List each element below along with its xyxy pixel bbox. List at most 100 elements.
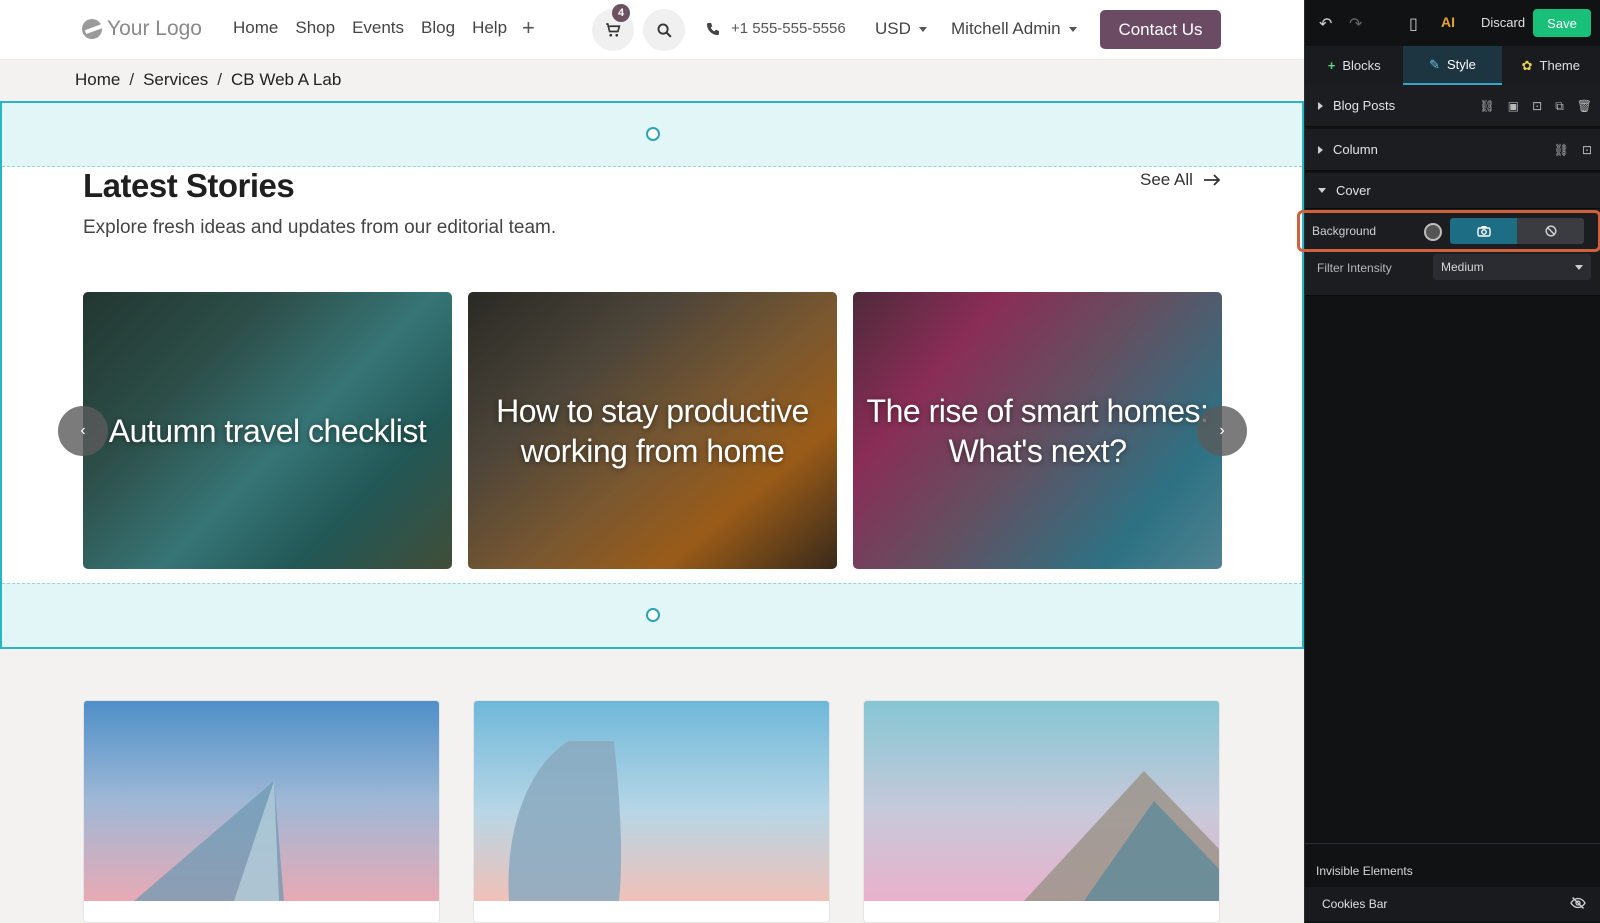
contact-us-button[interactable]: Contact Us xyxy=(1100,10,1221,49)
search-icon xyxy=(657,23,672,38)
option-group-blog-posts[interactable]: Blog Posts ⛓ ▣ ⊡ ⧉ 🗑 xyxy=(1305,85,1600,127)
add-menu-item-icon[interactable]: + xyxy=(522,15,535,41)
phone-number: +1 555-555-5556 xyxy=(731,20,846,37)
background-image-button[interactable] xyxy=(1450,218,1517,244)
collapse-icon xyxy=(1318,188,1326,193)
carousel-prev-button[interactable]: ‹ xyxy=(58,406,108,456)
breadcrumb: Home / Services / CB Web A Lab xyxy=(75,70,341,90)
currency-label: USD xyxy=(875,19,911,38)
duplicate-icon[interactable]: ⧉ xyxy=(1555,99,1564,114)
breadcrumb-separator: / xyxy=(217,70,223,89)
save-button[interactable]: Save xyxy=(1533,9,1591,37)
blog-card[interactable] xyxy=(863,700,1220,923)
padding-resize-handle[interactable] xyxy=(646,127,660,141)
mobile-preview-icon[interactable]: ▯ xyxy=(1409,14,1418,34)
filter-intensity-select[interactable]: Medium xyxy=(1433,254,1591,280)
user-name: Mitchell Admin xyxy=(951,19,1061,38)
selected-blog-section[interactable]: Latest Stories Explore fresh ideas and u… xyxy=(0,101,1304,649)
phone-link[interactable]: +1 555-555-5556 xyxy=(705,20,846,37)
story-card[interactable]: The rise of smart homes: What's next? xyxy=(853,292,1222,569)
blog-card-image xyxy=(474,701,829,901)
nav-link-help[interactable]: Help xyxy=(472,18,507,38)
building-image xyxy=(508,741,622,901)
tab-theme[interactable]: ✿ Theme xyxy=(1502,46,1600,85)
nav-link-home[interactable]: Home xyxy=(233,18,278,38)
user-menu[interactable]: Mitchell Admin xyxy=(951,19,1077,39)
save-snippet-icon[interactable]: ▣ xyxy=(1508,99,1519,114)
expand-icon xyxy=(1318,101,1323,110)
blog-card[interactable] xyxy=(473,700,830,923)
tab-style-label: Style xyxy=(1446,57,1476,72)
link-icon[interactable]: ⛓ xyxy=(1480,99,1495,114)
cart-button[interactable]: 4 xyxy=(592,4,634,51)
tab-style[interactable]: ✎ Style xyxy=(1403,46,1502,85)
editor-tabs: + Blocks ✎ Style ✿ Theme xyxy=(1305,46,1600,85)
building-image xyxy=(134,781,284,901)
editor-toolbar: ↶ ↷ ▯ AI Discard Save xyxy=(1305,0,1600,46)
story-title: How to stay productive working from home xyxy=(496,392,809,469)
tab-blocks[interactable]: + Blocks xyxy=(1305,46,1403,85)
select-parent-icon[interactable]: ⊡ xyxy=(1582,143,1592,157)
invisible-elements-title: Invisible Elements xyxy=(1316,864,1413,878)
breadcrumb-current: CB Web A Lab xyxy=(231,70,342,89)
see-all-link[interactable]: See All xyxy=(1140,170,1221,190)
link-icon[interactable]: ⛓ xyxy=(1554,143,1569,157)
chevron-down-icon xyxy=(918,26,927,32)
editor-sidebar: ↶ ↷ ▯ AI Discard Save + Blocks ✎ Style ✿ Th… xyxy=(1297,0,1600,923)
chevron-down-icon xyxy=(1068,26,1077,32)
section-padding-top[interactable] xyxy=(2,103,1302,167)
background-color-picker[interactable] xyxy=(1424,223,1442,241)
nav-link-shop[interactable]: Shop xyxy=(295,18,335,38)
logo-text: Your Logo xyxy=(107,17,202,40)
chevron-down-icon xyxy=(1575,265,1583,270)
gear-icon: ✿ xyxy=(1521,57,1533,73)
background-type-toggle xyxy=(1450,218,1584,244)
undo-icon[interactable]: ↶ xyxy=(1319,14,1332,34)
cover-options: Background Filter Intensity Medium xyxy=(1297,209,1600,296)
blog-card[interactable] xyxy=(83,700,440,923)
select-parent-icon[interactable]: ⊡ xyxy=(1532,99,1542,114)
story-title: Autumn travel checklist xyxy=(108,412,427,449)
padding-resize-handle[interactable] xyxy=(646,608,660,622)
carousel-next-button[interactable]: › xyxy=(1197,406,1247,456)
delete-icon[interactable]: 🗑 xyxy=(1577,99,1592,114)
logo-icon xyxy=(82,19,102,39)
camera-icon xyxy=(1476,226,1491,237)
option-group-label: Blog Posts xyxy=(1333,98,1396,113)
section-title: Latest Stories xyxy=(83,167,295,204)
invisible-element-item[interactable]: Cookies Bar xyxy=(1305,887,1600,921)
cart-icon xyxy=(606,23,621,37)
tab-theme-label: Theme xyxy=(1539,58,1580,73)
chevron-right-icon: › xyxy=(1219,422,1225,439)
tab-blocks-label: Blocks xyxy=(1342,58,1381,73)
option-group-column[interactable]: Column ⛓ ⊡ xyxy=(1305,129,1600,171)
option-group-tools: ⛓ ▣ ⊡ ⧉ 🗑 xyxy=(1480,99,1592,114)
filter-intensity-label: Filter Intensity xyxy=(1317,261,1392,275)
pencil-icon: ✎ xyxy=(1429,56,1440,72)
plus-icon: + xyxy=(1327,58,1336,73)
breadcrumb-services[interactable]: Services xyxy=(143,70,208,90)
background-none-button[interactable] xyxy=(1517,218,1584,244)
breadcrumb-home[interactable]: Home xyxy=(75,70,120,90)
blog-card-image xyxy=(84,701,439,901)
story-card[interactable]: Autumn travel checklist xyxy=(83,292,452,569)
option-group-label: Column xyxy=(1333,142,1378,157)
nav-links: Home Shop Events Blog Help xyxy=(233,18,507,38)
top-navbar: Your Logo Home Shop Events Blog Help + 4… xyxy=(0,0,1304,60)
cart-count-badge: 4 xyxy=(612,4,630,22)
search-button[interactable] xyxy=(643,9,685,51)
discard-button[interactable]: Discard xyxy=(1481,15,1525,30)
option-group-cover[interactable]: Cover xyxy=(1305,173,1600,209)
option-group-tools: ⛓ ⊡ xyxy=(1554,143,1592,157)
chevron-left-icon: ‹ xyxy=(80,422,86,439)
section-padding-bottom[interactable] xyxy=(2,583,1302,647)
logo[interactable]: Your Logo xyxy=(82,16,202,42)
story-card[interactable]: How to stay productive working from home xyxy=(468,292,837,569)
currency-dropdown[interactable]: USD xyxy=(875,19,927,39)
eye-slash-icon[interactable] xyxy=(1570,895,1586,911)
nav-link-events[interactable]: Events xyxy=(352,18,404,38)
redo-icon[interactable]: ↷ xyxy=(1349,14,1362,34)
nav-link-blog[interactable]: Blog xyxy=(421,18,455,38)
ai-icon[interactable]: AI xyxy=(1441,14,1455,30)
invisible-element-label: Cookies Bar xyxy=(1322,897,1388,911)
